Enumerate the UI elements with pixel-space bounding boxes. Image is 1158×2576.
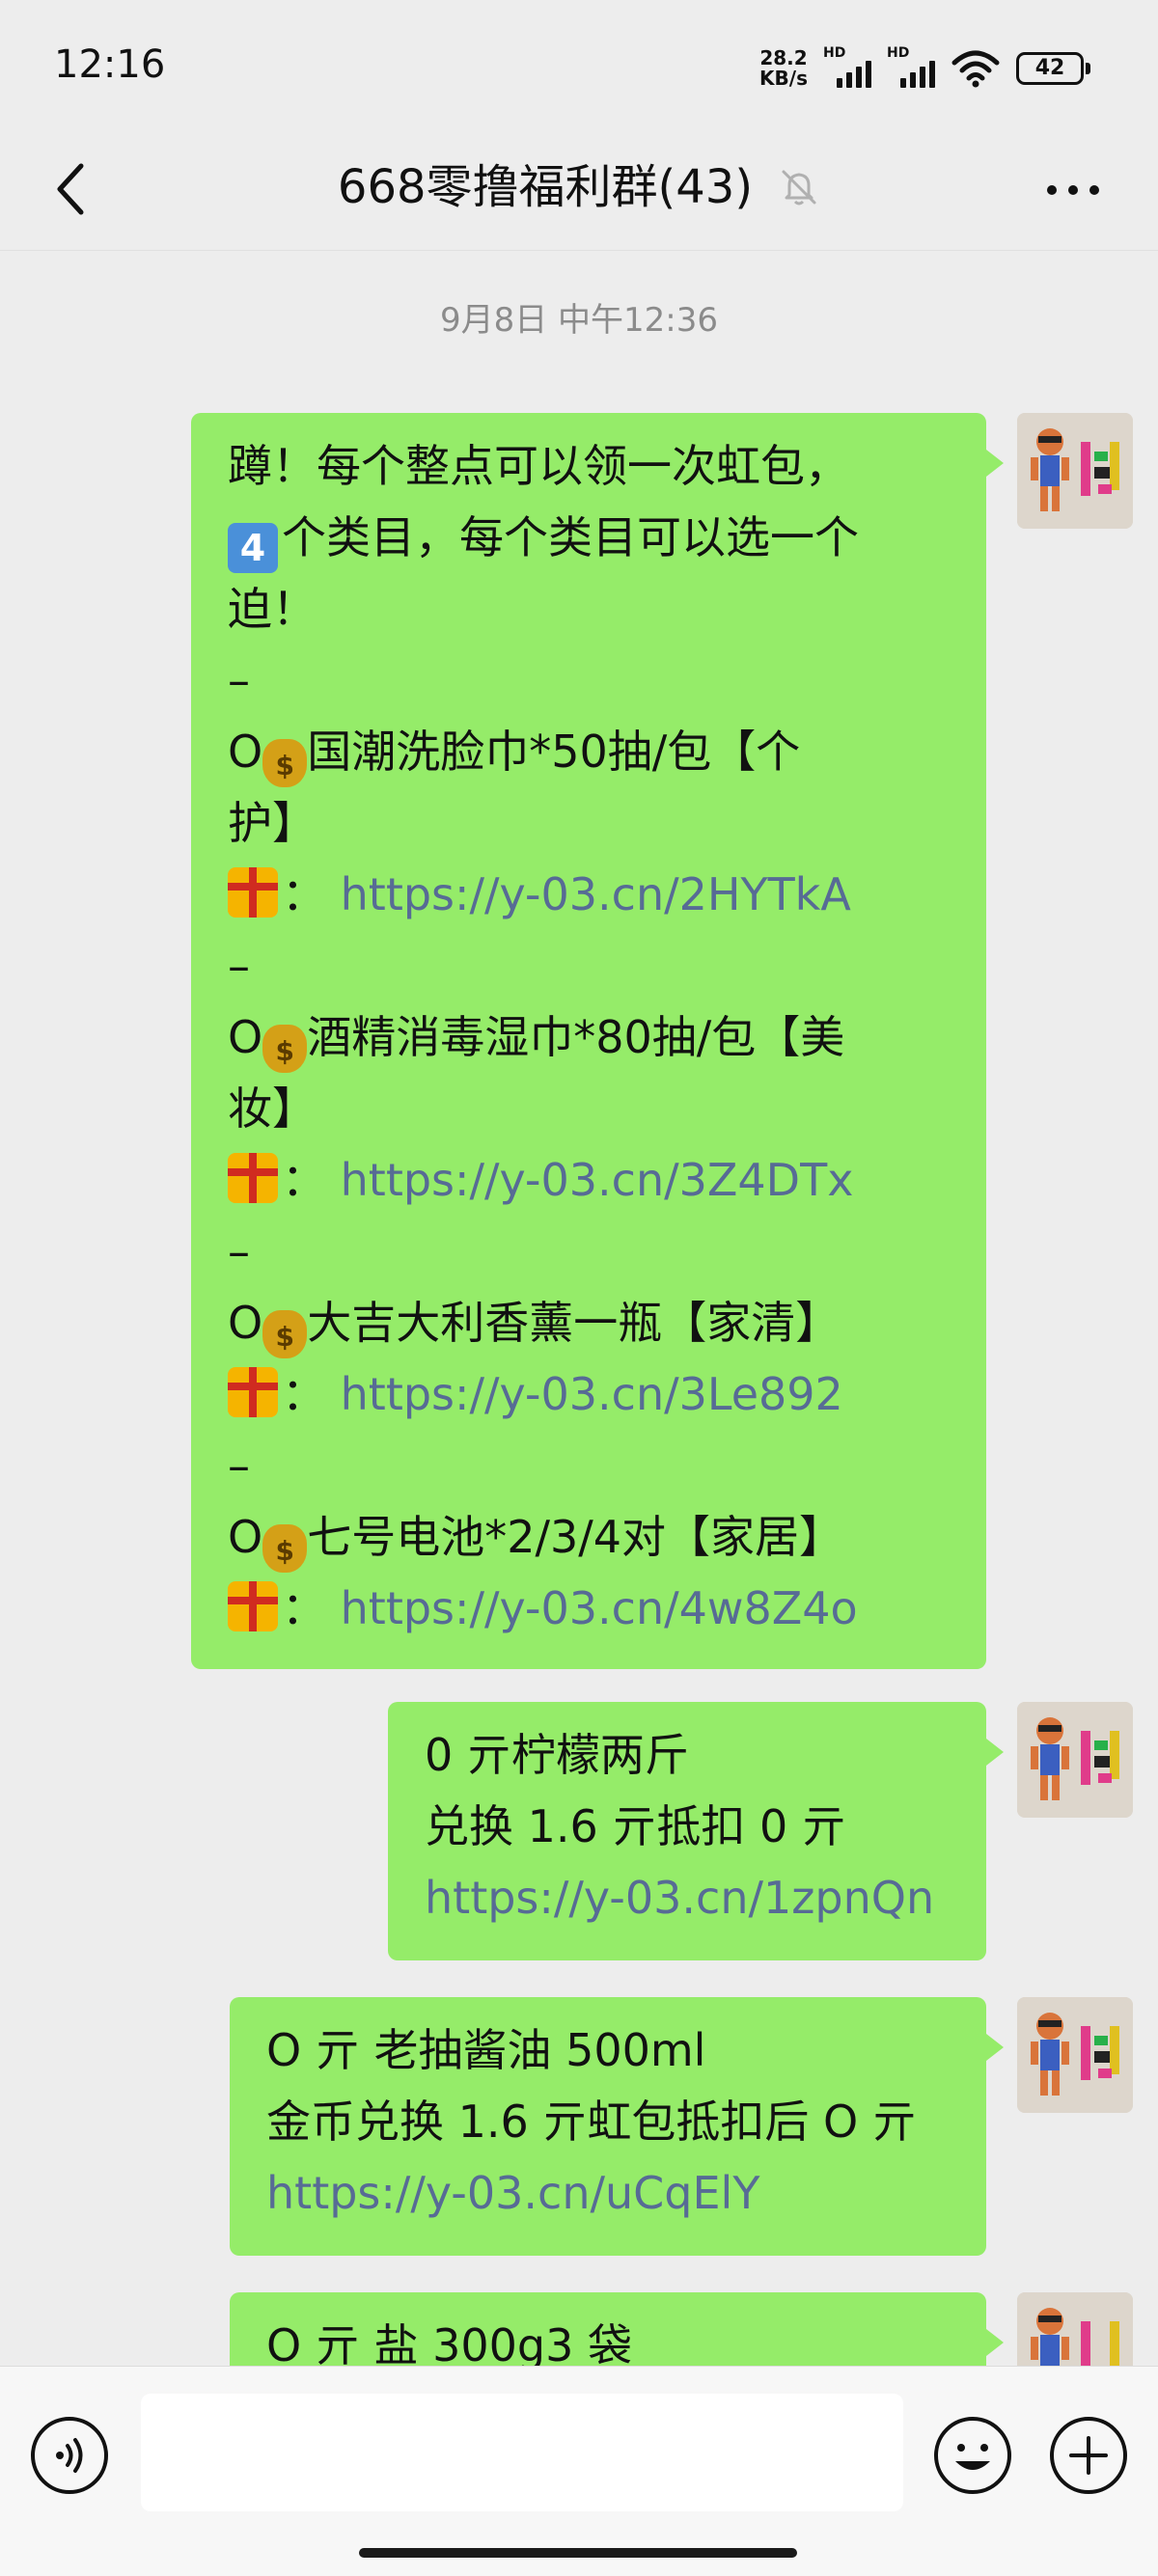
gift-icon [228,1153,278,1203]
message-line: O 亓 老抽酱油 500ml [266,2024,706,2076]
network-speed-value: 28.2 [759,46,808,69]
status-time: 12:16 [54,42,166,87]
avatar[interactable] [1017,2292,1133,2366]
link-line: ： https://y-03.cn/4w8Z4o [228,1573,950,1644]
money-bag-icon: $ [262,739,308,787]
avatar[interactable] [1017,1997,1133,2113]
message-line: 蹲！每个整点可以领一次虹包， [228,440,849,492]
signal-icon-2: HD [887,45,935,88]
message-input[interactable] [141,2394,903,2511]
money-bag-icon: $ [262,1025,308,1073]
input-bar [0,2366,1158,2576]
link-line: ： https://y-03.cn/3Z4DTx [228,1144,950,1216]
gift-icon [228,1581,278,1631]
message-bubble[interactable]: 蹲！每个整点可以领一次虹包， 4 个类目，每个类目可以选一个 迫！ – O $ 国潮洗… [191,413,1004,1669]
message-line: 4 个类目，每个类目可以选一个 [228,502,950,573]
signal-hd-label-2: HD [887,45,910,61]
gift-icon [228,1367,278,1417]
message-link[interactable]: https://y-03.cn/1zpnQn [425,1862,950,1933]
message-link[interactable]: https://y-03.cn/3Le892 [341,1368,843,1420]
message-line: 0 亓柠檬两斤 [425,1729,689,1781]
wifi-icon [951,50,1000,88]
separator: – [228,654,250,706]
message-bubble[interactable]: O 亓 盐 300g3 袋 [230,2292,1004,2366]
battery-icon: 42 [1016,52,1090,85]
message-bubble[interactable]: 0 亓柠檬两斤 兑换 1.6 亓抵扣 0 亓 https://y-03.cn/1… [388,1702,1004,1960]
network-speed: 28.2 KB/s [759,48,808,89]
status-bar: 12:16 28.2 KB/s HD HD 42 [0,0,1158,135]
chat-header: 668零撸福利群(43) [0,135,1158,251]
bell-muted-icon [782,170,816,206]
status-icons: 28.2 KB/s HD HD 42 [759,44,1090,93]
item-line: O $ 七号电池*2/3/4对【家居】 [228,1501,950,1573]
group-name: 668零撸福利群(43) [337,160,754,214]
separator: – [228,1225,250,1277]
message-line: O 亓 盐 300g3 袋 [266,2319,632,2366]
message-row: 蹲！每个整点可以领一次虹包， 4 个类目，每个类目可以选一个 迫！ – O $ 国潮洗… [191,413,1133,1669]
message-timestamp: 9月8日 中午12:36 [439,301,719,340]
emoji-icon[interactable] [932,2415,1013,2496]
separator: – [228,940,250,992]
message-link[interactable]: https://y-03.cn/uCqElY [266,2157,950,2229]
message-line: 迫！ [228,583,317,635]
signal-icon: HD [823,45,871,88]
message-row: O 亓 老抽酱油 500ml 金币兑换 1.6 亓虹包抵扣后 O 亓 https… [230,1997,1133,2256]
network-speed-unit: KB/s [759,67,808,90]
link-line: ： https://y-03.cn/3Le892 [228,1358,950,1430]
item-line: O $ 国潮洗脸巾*50抽/包【个 [228,716,950,787]
more-dots-icon[interactable] [1044,176,1102,205]
home-indicator [359,2548,797,2558]
battery-level: 42 [1016,52,1084,85]
separator: – [228,1439,250,1492]
avatar[interactable] [1017,413,1133,529]
message-line: 金币兑换 1.6 亓虹包抵扣后 O 亓 [266,2096,917,2148]
voice-icon[interactable] [29,2415,110,2496]
item-line: O $ 酒精消毒湿巾*80抽/包【美 [228,1001,950,1073]
keycap-four-icon: 4 [228,523,278,573]
item-line: 护】 [228,797,317,849]
gift-icon [228,867,278,918]
signal-hd-label: HD [823,45,846,61]
money-bag-icon: $ [262,1524,308,1573]
money-bag-icon: $ [262,1310,308,1358]
message-link[interactable]: https://y-03.cn/3Z4DTx [341,1154,854,1206]
avatar[interactable] [1017,1702,1133,1818]
message-link[interactable]: https://y-03.cn/4w8Z4o [341,1582,858,1634]
message-row: O 亓 盐 300g3 袋 [230,2292,1133,2366]
message-row: 0 亓柠檬两斤 兑换 1.6 亓抵扣 0 亓 https://y-03.cn/1… [388,1702,1133,1960]
message-line: 兑换 1.6 亓抵扣 0 亓 [425,1800,846,1852]
item-line: O $ 大吉大利香薰一瓶【家清】 [228,1287,950,1358]
message-link[interactable]: https://y-03.cn/2HYTkA [341,868,851,920]
link-line: ： https://y-03.cn/2HYTkA [228,859,950,930]
plus-icon[interactable] [1048,2415,1129,2496]
chat-title: 668零撸福利群(43) [0,149,1158,226]
item-line: 妆】 [228,1082,317,1135]
message-bubble[interactable]: O 亓 老抽酱油 500ml 金币兑换 1.6 亓虹包抵扣后 O 亓 https… [230,1997,1004,2256]
chat-message-list[interactable]: 9月8日 中午12:36 蹲！每个整点可以领一次虹包， 4 个类目，每个类目可以选… [0,251,1158,2366]
